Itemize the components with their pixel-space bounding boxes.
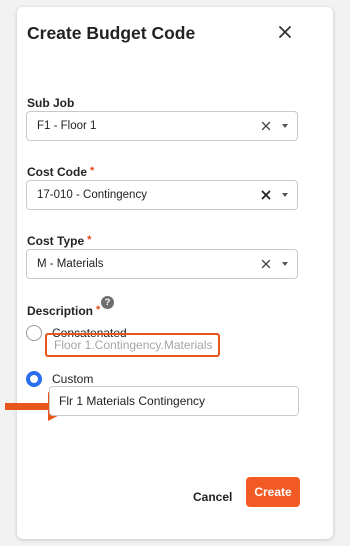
sub-job-label: Sub Job xyxy=(27,96,75,110)
cancel-button[interactable]: Cancel xyxy=(193,490,232,504)
chevron-down-icon[interactable] xyxy=(282,262,288,266)
sub-job-value: F1 - Floor 1 xyxy=(37,120,97,132)
create-button[interactable]: Create xyxy=(246,477,300,507)
concatenated-preview-text: Floor 1.Contingency.Materials xyxy=(54,338,213,352)
custom-radio-label: Custom xyxy=(52,372,94,386)
required-marker: * xyxy=(90,165,95,177)
cost-code-label: Cost Code * xyxy=(27,165,95,179)
cost-code-value: 17-010 - Contingency xyxy=(37,189,147,201)
close-icon[interactable] xyxy=(277,24,293,40)
clear-icon[interactable] xyxy=(259,257,273,271)
custom-description-input[interactable] xyxy=(49,386,299,416)
question-circle-icon[interactable]: ? xyxy=(101,296,114,309)
concatenated-preview: Floor 1.Contingency.Materials xyxy=(45,333,220,357)
cost-type-value: M - Materials xyxy=(37,258,104,270)
cost-type-label: Cost Type * xyxy=(27,234,92,248)
chevron-down-icon[interactable] xyxy=(282,193,288,197)
clear-icon[interactable] xyxy=(259,119,273,133)
required-marker: * xyxy=(96,304,101,316)
concatenated-radio[interactable] xyxy=(26,325,42,341)
chevron-down-icon[interactable] xyxy=(282,124,288,128)
cost-type-select[interactable]: M - Materials xyxy=(26,249,298,279)
sub-job-select[interactable]: F1 - Floor 1 xyxy=(26,111,298,141)
cost-code-select[interactable]: 17-010 - Contingency xyxy=(26,180,298,210)
clear-icon[interactable] xyxy=(259,188,273,202)
custom-radio[interactable] xyxy=(26,371,42,387)
dialog-title: Create Budget Code xyxy=(27,23,196,43)
required-marker: * xyxy=(87,234,92,246)
description-label: Description * xyxy=(27,304,101,318)
